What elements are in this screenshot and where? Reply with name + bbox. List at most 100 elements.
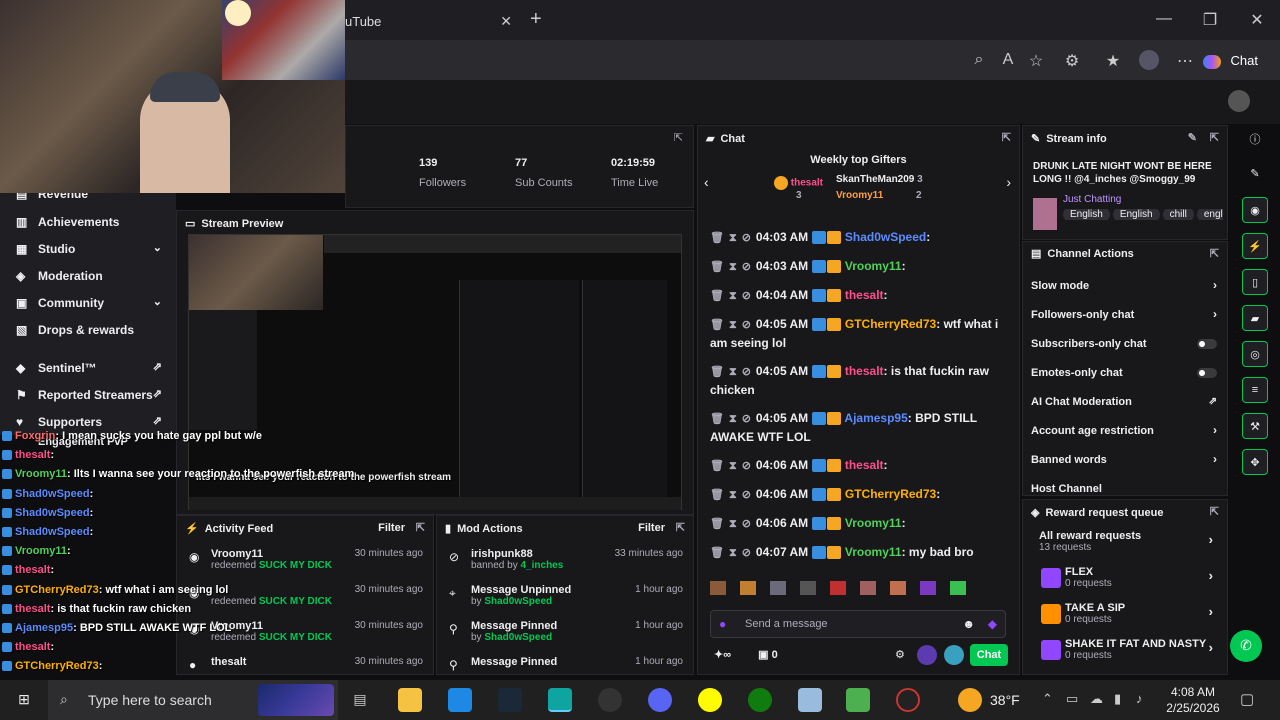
user-avatar[interactable] — [1228, 90, 1250, 112]
timeout-icon[interactable]: ⧗ — [729, 261, 737, 273]
chat-message[interactable]: 🗑 ⧗ ⊘ 04:06 AM GTCherryRed73: — [698, 483, 1019, 506]
ban-icon[interactable]: ⊘ — [742, 366, 751, 378]
ban-icon[interactable]: ⊘ — [742, 518, 751, 530]
popout-icon[interactable]: ⇱ — [1210, 505, 1219, 518]
category-boxart[interactable] — [1033, 198, 1057, 230]
task-view-icon[interactable]: ▤ — [348, 688, 372, 712]
chat-message[interactable]: 🗑 ⧗ ⊘ 04:07 AM Vroomy11: my bad bro — [698, 541, 1019, 564]
broadcast-icon[interactable]: ◎ — [1242, 341, 1268, 367]
copilot-chat-button[interactable]: Chat — [1195, 48, 1266, 74]
chat-message-list[interactable]: 🗑 ⧗ ⊘ 04:03 AM Shad0wSpeed: 🗑 ⧗ ⊘ 04:03 AM Vroo… — [698, 214, 1019, 592]
wrench-icon[interactable]: ⚒ — [1242, 413, 1268, 439]
mod-action-item[interactable]: ⚲ Message Pinned by Shad0wSpeed 1 hour a… — [437, 620, 693, 656]
taskbar-search-box[interactable]: ⌕ Type here to search — [48, 680, 338, 720]
emote-icon[interactable] — [860, 581, 876, 595]
help-chat-icon[interactable]: ✆ — [1230, 630, 1262, 662]
ban-icon[interactable]: ⊘ — [742, 290, 751, 302]
mod-action-item[interactable]: ⊘ irishpunk88 banned by 4_inches 33 minu… — [437, 548, 693, 584]
timeout-icon[interactable]: ⧗ — [729, 518, 737, 530]
browser-tab[interactable]: uTube ✕ — [335, 6, 520, 36]
ban-icon[interactable]: ⊘ — [742, 460, 751, 472]
sidebar-item-moderation[interactable]: ◈ Moderation — [0, 263, 176, 290]
delete-icon[interactable]: 🗑 — [710, 547, 724, 559]
snapchat-icon[interactable] — [698, 688, 722, 712]
popout-icon[interactable]: ⇱ — [1210, 247, 1219, 260]
restore-icon[interactable]: ❐ — [1198, 10, 1222, 30]
new-tab-icon[interactable]: + — [530, 8, 542, 31]
chevron-left-icon[interactable]: ‹ — [704, 174, 709, 190]
tray-chevron-icon[interactable]: ⌃ — [1042, 691, 1053, 707]
emote-icon[interactable] — [920, 581, 936, 595]
app-icon[interactable] — [846, 688, 870, 712]
delete-icon[interactable]: 🗑 — [710, 366, 724, 378]
xbox-icon[interactable] — [748, 688, 772, 712]
tag[interactable]: chill — [1162, 209, 1194, 220]
favorite-star-icon[interactable]: ☆ — [1024, 51, 1048, 71]
reward-row[interactable]: SHAKE IT FAT AND NASTY 0 requests › — [1023, 638, 1227, 674]
chat-input-box[interactable]: ● Send a message ☻ ◆ — [710, 610, 1006, 638]
windows-start-icon[interactable]: ⊞ — [12, 688, 36, 712]
chevron-right-icon[interactable]: › — [1006, 174, 1011, 190]
reward-row[interactable]: FLEX 0 requests › — [1023, 566, 1227, 602]
timeout-icon[interactable]: ⧗ — [729, 413, 737, 425]
reward-row[interactable]: TAKE A SIP 0 requests › — [1023, 602, 1227, 638]
timeout-icon[interactable]: ⧗ — [729, 547, 737, 559]
battery-icon[interactable]: ▮ — [1114, 691, 1121, 707]
emote-icon[interactable] — [740, 581, 756, 595]
network-icon[interactable]: ▭ — [1066, 691, 1078, 707]
bolt-icon[interactable]: ⚡ — [1242, 233, 1268, 259]
steam-icon[interactable] — [498, 688, 522, 712]
more-menu-icon[interactable]: ⋯ — [1173, 51, 1197, 71]
subscribers-only-row[interactable]: Subscribers-only chat — [1023, 330, 1227, 359]
extensions-icon[interactable]: ⚙ — [1060, 51, 1084, 71]
chat-username[interactable]: Ajamesp95 — [844, 411, 907, 425]
chat-message[interactable]: 🗑 ⧗ ⊘ 04:06 AM thesalt: — [698, 454, 1019, 477]
read-aloud-icon[interactable]: A — [996, 51, 1020, 69]
popout-icon[interactable]: ⇱ — [676, 521, 685, 534]
timeout-icon[interactable]: ⧗ — [729, 489, 737, 501]
subscribers-only-toggle[interactable] — [1197, 339, 1217, 349]
timeout-icon[interactable]: ⧗ — [729, 290, 737, 302]
ai-moderation-row[interactable]: AI Chat Moderation ⇗ — [1023, 388, 1227, 417]
chat-username[interactable]: Vroomy11 — [845, 259, 902, 273]
file-explorer-icon[interactable] — [398, 688, 422, 712]
popout-icon[interactable]: ⇱ — [416, 521, 425, 534]
edge-icon[interactable] — [548, 688, 572, 712]
chat-username[interactable]: GTCherryRed73 — [845, 317, 936, 331]
timeout-icon[interactable]: ⧗ — [729, 460, 737, 472]
ban-icon[interactable]: ⊘ — [742, 547, 751, 559]
sidebar-item-sentinel[interactable]: ◆ Sentinel™ ⇗ — [0, 355, 176, 382]
chat-message[interactable]: 🗑 ⧗ ⊘ 04:03 AM Vroomy11: — [698, 255, 1019, 278]
sidebar-item-drops[interactable]: ▧ Drops & rewards — [0, 317, 176, 344]
emoji-icon[interactable]: ☻ — [962, 617, 975, 631]
emote-icon[interactable] — [800, 581, 816, 595]
chat-username[interactable]: thesalt — [845, 364, 884, 378]
favorites-icon[interactable]: ★ — [1101, 51, 1125, 71]
emote-icon[interactable] — [950, 581, 966, 595]
chat-username[interactable]: thesalt — [845, 288, 884, 302]
emotes-only-toggle[interactable] — [1197, 368, 1217, 378]
delete-icon[interactable]: 🗑 — [710, 460, 724, 472]
edit-icon[interactable]: ✎ — [1188, 131, 1197, 144]
delete-icon[interactable]: 🗑 — [710, 413, 724, 425]
category-link[interactable]: Just Chatting — [1063, 194, 1121, 205]
close-window-icon[interactable]: ✕ — [1245, 10, 1269, 30]
settings-gear-icon[interactable]: ⚙ — [895, 648, 905, 661]
chat-username[interactable]: Vroomy11 — [845, 545, 902, 559]
emote-icon[interactable] — [770, 581, 786, 595]
chat-icon[interactable]: ▰ — [1242, 305, 1268, 331]
minimize-icon[interactable]: — — [1152, 10, 1176, 28]
emote-icon[interactable] — [830, 581, 846, 595]
profile-avatar[interactable] — [1139, 50, 1159, 70]
ban-icon[interactable]: ⊘ — [742, 319, 751, 331]
recording-app-icon[interactable] — [896, 688, 920, 712]
filter-button[interactable]: Filter — [378, 522, 405, 534]
popout-icon[interactable]: ⇱ — [1210, 131, 1219, 144]
clip-icon[interactable]: ▯ — [1242, 269, 1268, 295]
chat-username[interactable]: thesalt — [845, 458, 884, 472]
delete-icon[interactable]: 🗑 — [710, 518, 724, 530]
7tv-icon[interactable] — [917, 645, 937, 665]
ban-icon[interactable]: ⊘ — [742, 261, 751, 273]
weather-moon-icon[interactable] — [958, 688, 982, 712]
volume-icon[interactable]: ♪ — [1136, 691, 1143, 706]
